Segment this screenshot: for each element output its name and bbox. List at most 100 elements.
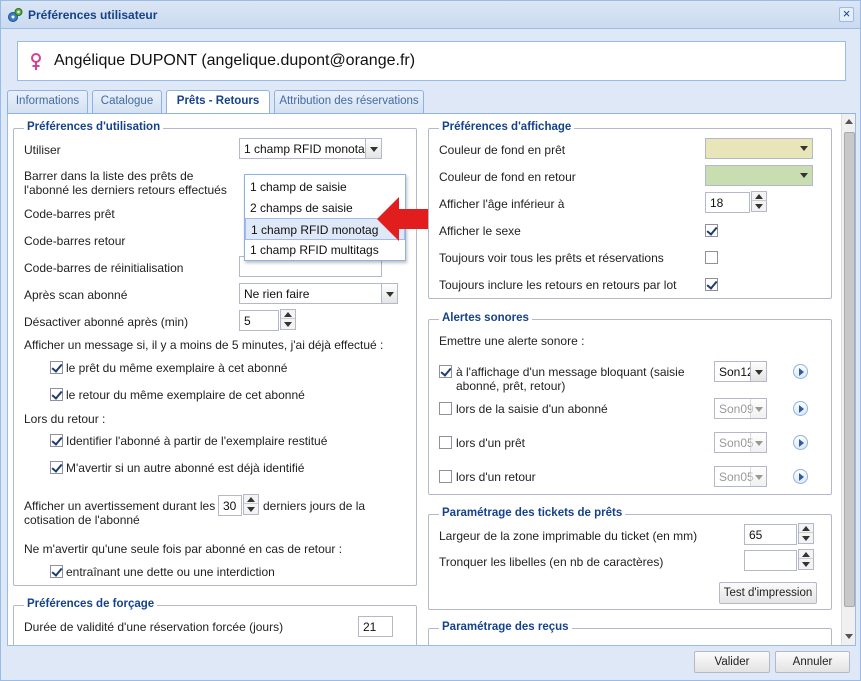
fond-retour-color-picker[interactable] [705, 165, 813, 186]
dropdown-option-rfid-multitags[interactable]: 1 champ RFID multitags [245, 239, 405, 261]
identifier-label: Identifier l'abonné à partir de l'exempl… [66, 434, 328, 448]
une-fois-label: Ne m'avertir qu'une seule fois par abonn… [24, 542, 343, 556]
spin-down-icon[interactable] [799, 560, 813, 569]
pret-son-checkbox[interactable] [439, 436, 452, 449]
chevron-down-icon[interactable] [750, 467, 766, 486]
tab-catalogue[interactable]: Catalogue [92, 90, 162, 113]
chevron-down-icon[interactable] [796, 165, 813, 186]
bloquant-son-value: Son12 [719, 365, 754, 379]
utiliser-select-value: 1 champ RFID monotag [244, 142, 372, 156]
play-sound-icon[interactable] [793, 435, 808, 450]
pret-meme-label: le prêt du même exemplaire à cet abonné [66, 361, 288, 375]
duree-input[interactable]: 21 [358, 616, 393, 637]
valider-button[interactable]: Valider [694, 651, 770, 673]
pret-son-select[interactable]: Son05 [714, 432, 767, 453]
avertir-label: M'avertir si un autre abonné est déjà id… [66, 461, 305, 475]
fieldset-alertes: Alertes sonores Emettre une alerte sonor… [428, 312, 832, 495]
tab-attribution-reservations[interactable]: Attribution des réservations [274, 90, 424, 113]
chevron-down-icon[interactable] [381, 284, 397, 303]
fieldset-tickets: Paramétrage des tickets de prêts Largeur… [428, 507, 832, 610]
duree-label: Durée de validité d'une réservation forc… [24, 620, 284, 634]
tronquer-input[interactable] [744, 550, 797, 571]
tab-prets-retours[interactable]: Prêts - Retours [166, 90, 270, 114]
age-input[interactable]: 18 [705, 192, 750, 213]
play-sound-icon[interactable] [793, 469, 808, 484]
apres-scan-select[interactable]: Ne rien faire [239, 283, 398, 304]
spin-down-icon[interactable] [752, 202, 766, 211]
sexe-label: Afficher le sexe [439, 224, 521, 238]
bloquant-son-select[interactable]: Son12 [714, 361, 767, 382]
retour-son-select[interactable]: Son05 [714, 466, 767, 487]
scroll-up-icon[interactable] [845, 119, 853, 124]
spin-up-icon[interactable] [281, 310, 295, 319]
user-display-name: Angélique DUPONT (angelique.dupont@orang… [54, 52, 416, 69]
spin-up-icon[interactable] [799, 550, 813, 559]
largeur-spinner[interactable] [798, 523, 814, 544]
tronquer-spinner[interactable] [798, 549, 814, 570]
legend-alertes: Alertes sonores [439, 312, 532, 324]
scroll-down-icon[interactable] [845, 634, 853, 639]
toujours-voir-checkbox[interactable] [705, 251, 718, 264]
annuler-button[interactable]: Annuler [775, 651, 850, 673]
spin-down-icon[interactable] [281, 320, 295, 329]
fond-pret-color-picker[interactable] [705, 138, 813, 159]
utiliser-select[interactable]: 1 champ RFID monotag [239, 138, 382, 159]
age-value: 18 [710, 196, 724, 210]
message-label: Afficher un message si, il y a moins de … [24, 338, 384, 352]
preferences-window: Préférences utilisateur × Angélique DUPO… [0, 0, 861, 681]
desactiver-spinner[interactable] [280, 309, 296, 330]
tab-content: Préférences d'utilisation Utiliser 1 cha… [7, 114, 856, 646]
retour-son-checkbox[interactable] [439, 470, 452, 483]
fond-retour-label: Couleur de fond en retour [439, 170, 576, 184]
chevron-down-icon[interactable] [750, 399, 766, 418]
title-bar[interactable]: Préférences utilisateur × [1, 1, 860, 29]
retour-son-value: Son05 [719, 470, 754, 484]
avertir-checkbox[interactable] [50, 461, 63, 474]
toujours-inclure-checkbox[interactable] [705, 278, 718, 291]
chevron-down-icon[interactable] [365, 139, 381, 158]
desactiver-input[interactable]: 5 [239, 310, 279, 331]
codebarres-pret-label: Code-barres prêt [24, 207, 115, 221]
toujours-voir-label: Toujours voir tous les prêts et réservat… [439, 251, 664, 265]
retour-son-label: lors d'un retour [456, 470, 536, 484]
desactiver-value: 5 [244, 314, 251, 328]
spin-down-icon[interactable] [799, 534, 813, 543]
apres-scan-value: Ne rien faire [244, 287, 310, 301]
chevron-down-icon[interactable] [796, 138, 813, 159]
saisie-label: lors de la saisie d'un abonné [456, 402, 608, 416]
codebarres-retour-label: Code-barres retour [24, 234, 126, 248]
dette-checkbox[interactable] [50, 565, 63, 578]
age-spinner[interactable] [751, 191, 767, 212]
fieldset-affichage: Préférences d'affichage Couleur de fond … [428, 121, 832, 299]
scrollbar-thumb[interactable] [844, 132, 855, 607]
saisie-checkbox[interactable] [439, 402, 452, 415]
play-sound-icon[interactable] [793, 401, 808, 416]
pret-son-label: lors d'un prêt [456, 436, 525, 450]
female-user-icon [31, 53, 41, 70]
identifier-checkbox[interactable] [50, 434, 63, 447]
retour-meme-checkbox[interactable] [50, 388, 63, 401]
play-sound-icon[interactable] [793, 364, 808, 379]
legend-recus: Paramétrage des reçus [439, 621, 572, 633]
tab-informations[interactable]: Informations [7, 90, 88, 113]
spin-up-icon[interactable] [799, 524, 813, 533]
legend-affichage: Préférences d'affichage [439, 121, 575, 133]
pret-meme-checkbox[interactable] [50, 361, 63, 374]
vertical-scrollbar[interactable] [841, 114, 855, 645]
test-impression-button[interactable]: Test d'impression [719, 582, 817, 604]
desactiver-label: Désactiver abonné après (min) [24, 315, 189, 329]
close-button[interactable]: × [839, 7, 854, 22]
tronquer-label: Tronquer les libelles (en nb de caractèr… [439, 555, 664, 569]
chevron-down-icon[interactable] [750, 362, 766, 381]
toujours-inclure-label: Toujours inclure les retours en retours … [439, 278, 677, 292]
sexe-checkbox[interactable] [705, 224, 718, 237]
bloquant-checkbox[interactable] [439, 365, 452, 378]
largeur-input[interactable]: 65 [744, 524, 797, 545]
codebarres-reinit-label: Code-barres de réinitialisation [24, 261, 184, 275]
dropdown-option-saisie[interactable]: 1 champ de saisie [245, 176, 405, 198]
saisie-son-select[interactable]: Son09 [714, 398, 767, 419]
chevron-down-icon[interactable] [750, 433, 766, 452]
largeur-label: Largeur de la zone imprimable du ticket … [439, 529, 698, 543]
spin-up-icon[interactable] [752, 192, 766, 201]
fond-pret-label: Couleur de fond en prêt [439, 143, 566, 157]
